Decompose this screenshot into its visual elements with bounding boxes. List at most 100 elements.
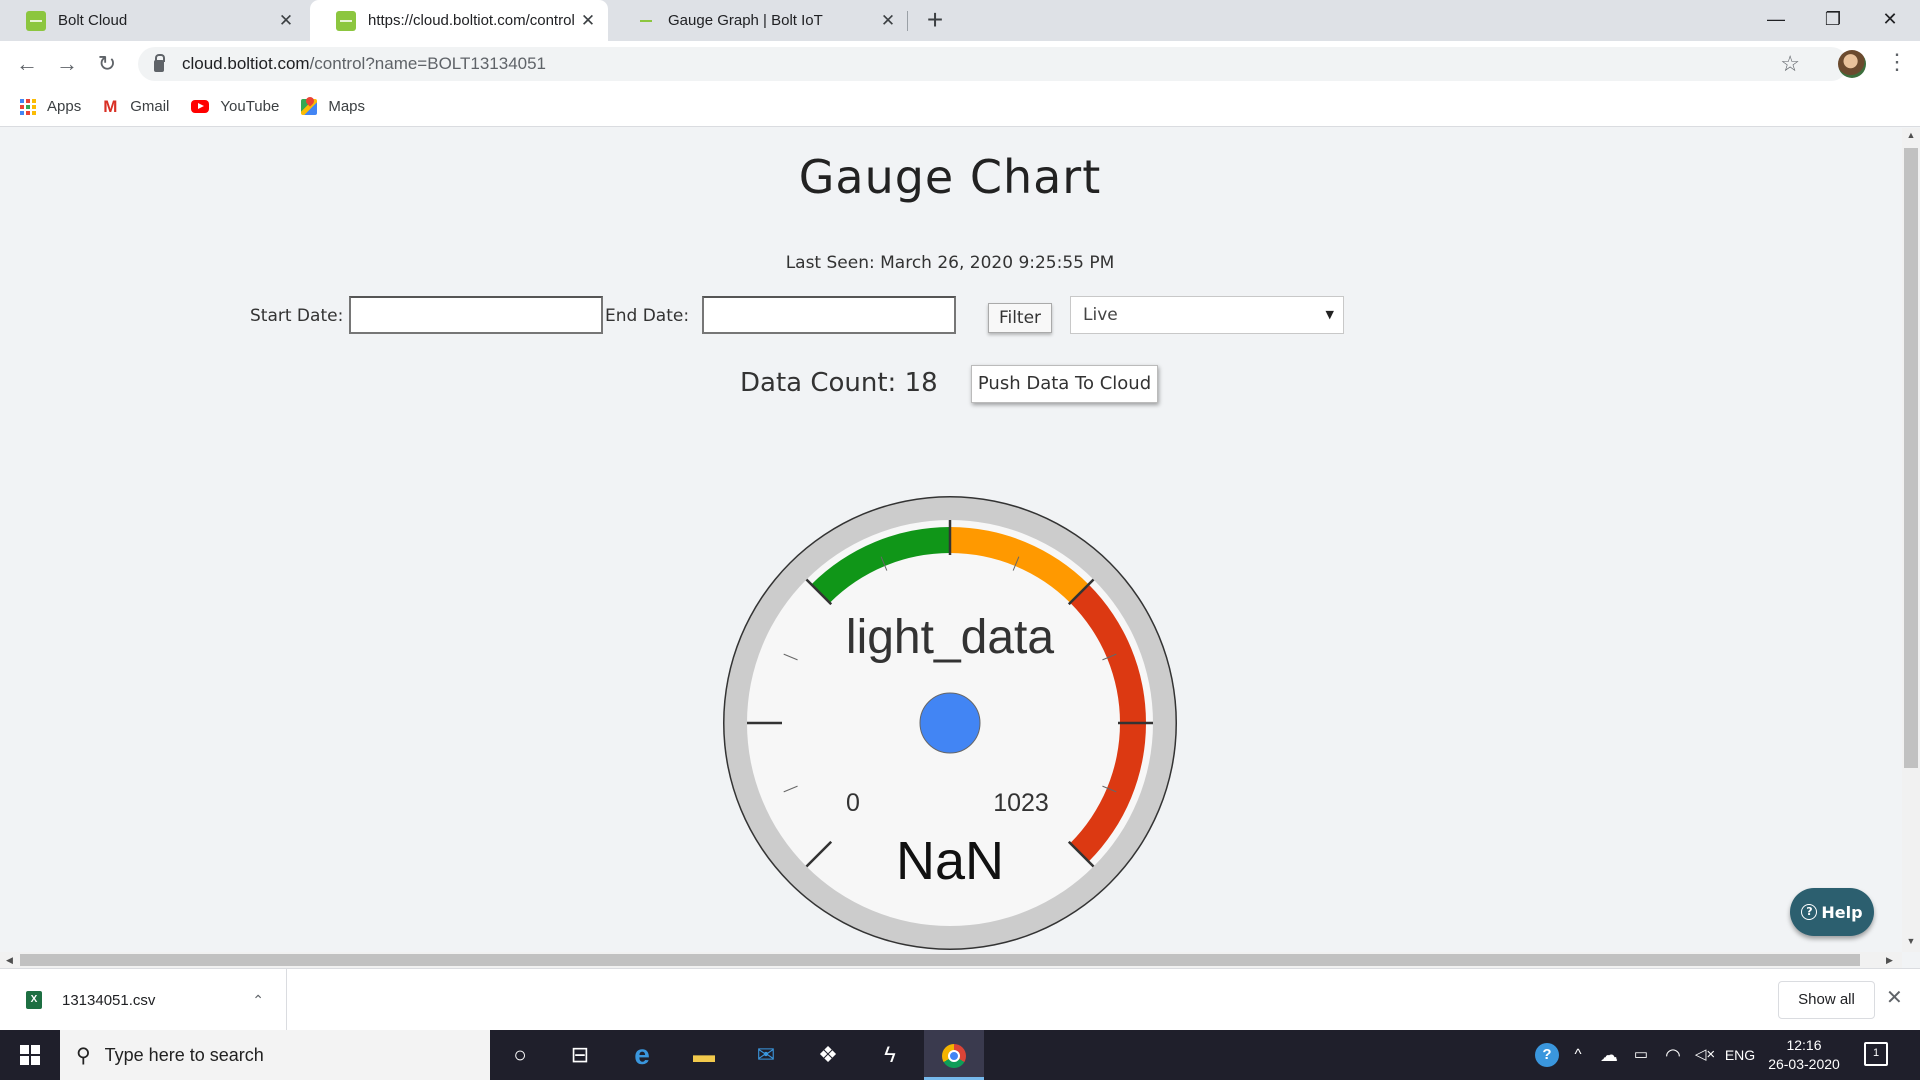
bookmark-youtube[interactable]: YouTube: [191, 98, 279, 115]
tab-gauge-graph[interactable]: Gauge Graph | Bolt IoT ✕: [610, 0, 908, 41]
bolt-favicon-icon: [336, 10, 356, 31]
maximize-button[interactable]: ❐: [1805, 0, 1861, 41]
vertical-scrollbar[interactable]: ▲ ▼: [1902, 128, 1920, 952]
bookmark-gmail[interactable]: M Gmail: [103, 96, 170, 116]
show-all-button[interactable]: Show all: [1778, 981, 1875, 1019]
scroll-up-icon[interactable]: ▲: [1902, 130, 1920, 140]
mail-icon[interactable]: ✉: [738, 1030, 794, 1080]
app-icon[interactable]: ϟ: [862, 1030, 918, 1080]
help-label: Help: [1821, 902, 1863, 922]
bookmarks-bar: Apps M Gmail YouTube Maps: [0, 87, 1920, 127]
tab-title: Bolt Cloud: [58, 12, 128, 29]
tab-bolt-cloud[interactable]: Bolt Cloud ✕: [0, 0, 306, 41]
tray-chevron-icon[interactable]: ^: [1566, 1030, 1590, 1080]
dropdown-arrow-icon: ▼: [1325, 308, 1334, 321]
url-text: cloud.boltiot.com/control?name=BOLT13134…: [182, 54, 547, 73]
tab-separator: [907, 11, 908, 31]
tab-control[interactable]: https://cloud.boltiot.com/control ✕: [310, 0, 608, 41]
horizontal-scroll-thumb[interactable]: [20, 954, 1860, 966]
push-data-button[interactable]: Push Data To Cloud: [971, 365, 1158, 403]
minimize-button[interactable]: —: [1748, 0, 1804, 41]
apps-grid-icon: [20, 98, 36, 115]
chrome-icon: [942, 1044, 966, 1068]
gauge-min-label: 0: [846, 789, 860, 817]
end-date-label: End Date:: [605, 306, 690, 326]
gmail-icon: M: [103, 96, 118, 116]
tab-close-icon[interactable]: ✕: [874, 11, 902, 31]
task-view-icon[interactable]: ⊟: [552, 1030, 608, 1080]
clock-time: 12:16: [1786, 1037, 1822, 1053]
page-content: Gauge Chart Last Seen: March 26, 2020 9:…: [0, 128, 1902, 952]
gauge-max-label: 1023: [993, 789, 1049, 817]
youtube-icon: [191, 100, 210, 113]
gauge-value: NaN: [896, 831, 1004, 891]
browser-toolbar: ← → ↻ cloud.boltiot.com/control?name=BOL…: [0, 41, 1920, 87]
clock-date: 26-03-2020: [1768, 1056, 1840, 1072]
file-explorer-icon[interactable]: ▬: [676, 1030, 732, 1080]
gauge-chart: light_data 0 1023 NaN: [723, 496, 1177, 950]
notification-center-icon[interactable]: 1: [1864, 1042, 1888, 1066]
vertical-scroll-thumb[interactable]: [1904, 148, 1918, 768]
bolt-favicon-icon: [636, 11, 656, 31]
window-close-button[interactable]: ✕: [1862, 0, 1918, 41]
new-tab-button[interactable]: +: [920, 4, 950, 36]
page-title: Gauge Chart: [798, 150, 1102, 204]
address-bar[interactable]: cloud.boltiot.com/control?name=BOLT13134…: [138, 47, 1848, 81]
search-placeholder: Type here to search: [104, 1044, 264, 1065]
tab-title: https://cloud.boltiot.com/control: [368, 12, 574, 29]
search-icon: ⚲: [76, 1044, 91, 1067]
maps-icon: [301, 98, 318, 115]
scroll-left-icon[interactable]: ◀: [6, 952, 13, 968]
dropbox-icon[interactable]: ❖: [800, 1030, 856, 1080]
bookmark-star-icon[interactable]: ☆: [1780, 51, 1800, 77]
cortana-icon[interactable]: ○: [492, 1030, 548, 1080]
battery-icon[interactable]: ▭: [1628, 1030, 1654, 1080]
gauge-needle-hub: [919, 692, 981, 754]
help-tray-icon[interactable]: ?: [1532, 1030, 1562, 1080]
edge-icon[interactable]: e: [614, 1030, 670, 1080]
last-seen-text: Last Seen: March 26, 2020 9:25:55 PM: [785, 253, 1115, 273]
data-count: Data Count: 18: [740, 368, 938, 398]
bookmark-maps[interactable]: Maps: [301, 98, 365, 115]
scroll-down-icon[interactable]: ▼: [1902, 936, 1920, 946]
chevron-up-icon[interactable]: ⌃: [252, 992, 264, 1009]
tab-close-icon[interactable]: ✕: [272, 11, 300, 31]
bookmark-apps[interactable]: Apps: [20, 98, 81, 115]
chrome-taskbar-button[interactable]: [924, 1030, 984, 1080]
download-shelf: X 13134051.csv ⌃ Show all ✕: [0, 968, 1920, 1031]
tab-strip: Bolt Cloud ✕ https://cloud.boltiot.com/c…: [0, 0, 1920, 41]
bookmark-label: Gmail: [130, 98, 170, 115]
scroll-right-icon[interactable]: ▶: [1886, 952, 1893, 968]
start-date-input[interactable]: [349, 296, 603, 334]
forward-button[interactable]: →: [51, 48, 83, 80]
download-item[interactable]: X 13134051.csv ⌃: [0, 969, 287, 1031]
volume-muted-icon[interactable]: ◁×: [1690, 1030, 1720, 1080]
profile-avatar[interactable]: [1838, 50, 1866, 78]
filter-button[interactable]: Filter: [988, 303, 1052, 333]
tab-title: Gauge Graph | Bolt IoT: [668, 12, 823, 29]
back-button[interactable]: ←: [11, 48, 43, 80]
windows-taskbar: ⚲ Type here to search ○ ⊟ e ▬ ✉ ❖ ϟ ? ^ …: [0, 1030, 1920, 1080]
end-date-input[interactable]: [702, 296, 956, 334]
start-button[interactable]: [0, 1030, 60, 1080]
horizontal-scrollbar[interactable]: ◀ ▶: [0, 952, 1902, 968]
wifi-icon[interactable]: ◠: [1660, 1030, 1686, 1080]
help-icon: ?: [1801, 904, 1818, 920]
download-filename: 13134051.csv: [62, 991, 156, 1009]
chrome-menu-button[interactable]: ⋮: [1886, 49, 1908, 75]
excel-file-icon: X: [26, 991, 42, 1009]
language-indicator[interactable]: ENG: [1720, 1030, 1760, 1080]
select-value: Live: [1083, 305, 1118, 325]
close-shelf-icon[interactable]: ✕: [1886, 985, 1903, 1010]
lock-icon[interactable]: [154, 54, 165, 72]
tab-close-icon[interactable]: ✕: [574, 11, 602, 31]
help-button[interactable]: ? Help: [1790, 888, 1874, 936]
reload-button[interactable]: ↻: [91, 48, 123, 80]
bookmark-label: Maps: [328, 98, 366, 115]
taskbar-search[interactable]: ⚲ Type here to search: [60, 1030, 490, 1080]
onedrive-icon[interactable]: ☁: [1596, 1030, 1622, 1080]
bolt-favicon-icon: [26, 10, 46, 31]
bookmark-label: Apps: [47, 98, 82, 115]
taskbar-clock[interactable]: 12:16 26-03-2020: [1764, 1036, 1844, 1074]
time-range-select[interactable]: Live ▼: [1070, 296, 1344, 334]
